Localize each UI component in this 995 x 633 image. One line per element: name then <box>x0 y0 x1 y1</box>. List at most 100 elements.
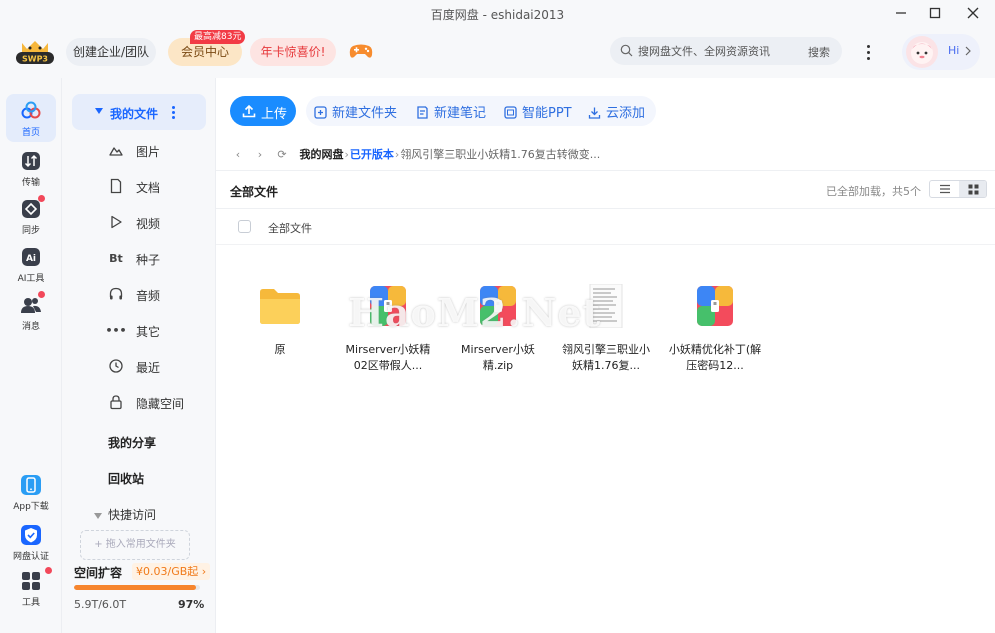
minimize-icon <box>896 12 906 14</box>
user-menu[interactable]: Hi <box>902 34 980 70</box>
smart-ppt-label: 智能PPT <box>522 106 572 121</box>
audio-icon <box>108 286 124 302</box>
sidebar-item-audio[interactable]: 音频 <box>106 284 216 304</box>
new-note-label: 新建笔记 <box>434 106 487 121</box>
sidebar-item-label: 最近 <box>136 361 161 375</box>
tools-icon <box>20 567 52 592</box>
breadcrumb: ‹ › ⟳ 我的网盘›已开版本›翎风引擎三职业小妖精1.76复古转微变... <box>230 146 601 162</box>
left-rail: 首页 传输 同步 Ai AI工具 消息 App下载 网盘认证 工具 <box>0 78 62 633</box>
notification-dot <box>45 567 52 574</box>
add-quick-access-dropzone[interactable]: + 拖入常用文件夹 <box>80 530 190 560</box>
close-button[interactable] <box>958 2 988 24</box>
phone-icon <box>20 474 42 496</box>
breadcrumb-root[interactable]: 我的网盘 <box>300 148 344 161</box>
rail-item-verify[interactable]: 网盘认证 <box>6 524 56 562</box>
sidebar-item-my-share[interactable]: 我的分享 <box>108 434 156 451</box>
sidebar-item-documents[interactable]: 文档 <box>106 176 216 196</box>
file-item[interactable]: 原 <box>232 284 328 358</box>
svg-text:SWP3: SWP3 <box>22 55 48 64</box>
sidebar-item-other[interactable]: ••• 其它 <box>105 320 216 340</box>
storage-progress-bar <box>74 585 200 590</box>
caret-down-icon <box>94 512 102 519</box>
ai-icon: Ai <box>20 246 42 268</box>
sidebar-item-images[interactable]: 图片 <box>106 140 216 160</box>
refresh-icon[interactable]: ⟳ <box>274 148 290 161</box>
divider <box>216 244 995 245</box>
maximize-button[interactable] <box>920 2 950 24</box>
search-input[interactable] <box>638 41 798 61</box>
search-button[interactable]: 搜索 <box>808 44 830 60</box>
game-button[interactable] <box>348 40 374 62</box>
view-toggle[interactable] <box>929 180 987 198</box>
rail-item-transfer[interactable]: 传输 <box>6 150 56 188</box>
main-content: 上传 新建文件夹 新建笔记 智能PPT 云添加 ‹ › ⟳ 我的网盘›已开版本›翎风… <box>216 78 995 633</box>
search-box[interactable]: 搜索 <box>610 37 842 65</box>
rail-item-messages[interactable]: 消息 <box>6 291 56 332</box>
breadcrumb-current: 翎风引擎三职业小妖精1.76复古转微变... <box>400 148 601 161</box>
more-icon <box>866 44 870 48</box>
file-item[interactable]: 小妖精优化补丁(解压密码12... <box>667 284 763 374</box>
sidebar-item-label: 其它 <box>136 325 161 339</box>
more-menu-button[interactable] <box>860 40 876 64</box>
select-all-checkbox[interactable] <box>238 220 251 233</box>
image-icon <box>108 142 124 158</box>
cloud-download-icon <box>588 107 601 119</box>
sidebar-item-label: 隐藏空间 <box>136 397 185 411</box>
sidebar-item-recycle-bin[interactable]: 回收站 <box>108 470 144 487</box>
upload-icon <box>242 104 256 118</box>
rail-item-ai-tools[interactable]: Ai AI工具 <box>6 246 56 284</box>
sidebar-item-videos[interactable]: 视频 <box>106 212 216 232</box>
kebab-icon[interactable] <box>172 106 176 119</box>
upload-button[interactable]: 上传 <box>230 96 296 126</box>
gamepad-icon <box>349 44 373 58</box>
rail-item-tools[interactable]: 工具 <box>6 567 56 608</box>
sidebar-item-hidden-space[interactable]: 隐藏空间 <box>106 392 216 412</box>
sidebar-item-label: 种子 <box>136 253 161 267</box>
rail-item-app-download[interactable]: App下载 <box>6 474 56 512</box>
file-name: Mirserver小妖精02区带假人... <box>345 343 431 372</box>
sidebar-item-label: 快捷访问 <box>108 508 157 522</box>
minimize-button[interactable] <box>886 2 916 24</box>
sidebar-item-my-files[interactable]: 我的文件 <box>72 94 206 130</box>
back-arrow-icon[interactable]: ‹ <box>230 148 246 161</box>
divider <box>216 208 995 209</box>
rail-item-home[interactable]: 首页 <box>6 94 56 142</box>
sidebar-item-label: 音频 <box>136 289 161 303</box>
rail-label: 消息 <box>21 322 40 332</box>
avatar <box>906 36 938 68</box>
search-icon <box>620 44 633 57</box>
torrent-icon: Bt <box>109 251 123 265</box>
smart-ppt-button[interactable]: 智能PPT <box>504 102 572 121</box>
sidebar-item-torrents[interactable]: Bt 种子 <box>106 248 216 268</box>
breadcrumb-level1[interactable]: 已开版本 <box>350 148 394 161</box>
header: SWP3 创建企业/团队 会员中心 最高减83元 年卡惊喜价! 搜索 Hi <box>0 26 995 78</box>
load-status: 已全部加载，共5个 <box>826 185 921 198</box>
divider <box>216 170 995 171</box>
sidebar-item-label: 视频 <box>136 217 161 231</box>
year-card-button[interactable]: 年卡惊喜价! <box>250 38 336 66</box>
storage-used-text: 5.9T/6.0T <box>74 598 127 611</box>
verify-icon <box>20 524 42 546</box>
new-note-button[interactable]: 新建笔记 <box>416 102 486 121</box>
list-title: 全部文件 <box>230 185 279 199</box>
grid-view-button[interactable] <box>959 181 986 197</box>
storage-expand-link[interactable]: ¥0.03/GB起 › <box>132 563 211 580</box>
app-logo[interactable]: SWP3 <box>14 37 56 67</box>
create-enterprise-button[interactable]: 创建企业/团队 <box>66 38 156 66</box>
sidebar-item-label: 文档 <box>136 181 161 195</box>
list-view-button[interactable] <box>930 181 959 197</box>
cloud-add-button[interactable]: 云添加 <box>588 102 645 121</box>
notification-dot <box>38 291 45 298</box>
storage-expand-label: 空间扩容 <box>74 566 123 580</box>
new-folder-button[interactable]: 新建文件夹 <box>314 102 397 121</box>
svg-text:Ai: Ai <box>26 254 36 264</box>
forward-arrow-icon[interactable]: › <box>252 148 268 161</box>
rail-label: AI工具 <box>17 274 45 284</box>
sidebar-item-quick-access[interactable]: 快捷访问 <box>94 506 156 523</box>
file-name: 翎风引擎三职业小妖精1.76复... <box>562 343 650 372</box>
vip-discount-badge: 最高减83元 <box>190 30 246 44</box>
rail-item-sync[interactable]: 同步 <box>6 195 56 236</box>
note-icon <box>417 106 428 119</box>
storage-progress-fill <box>74 585 197 590</box>
sidebar-item-recent[interactable]: 最近 <box>106 356 216 376</box>
